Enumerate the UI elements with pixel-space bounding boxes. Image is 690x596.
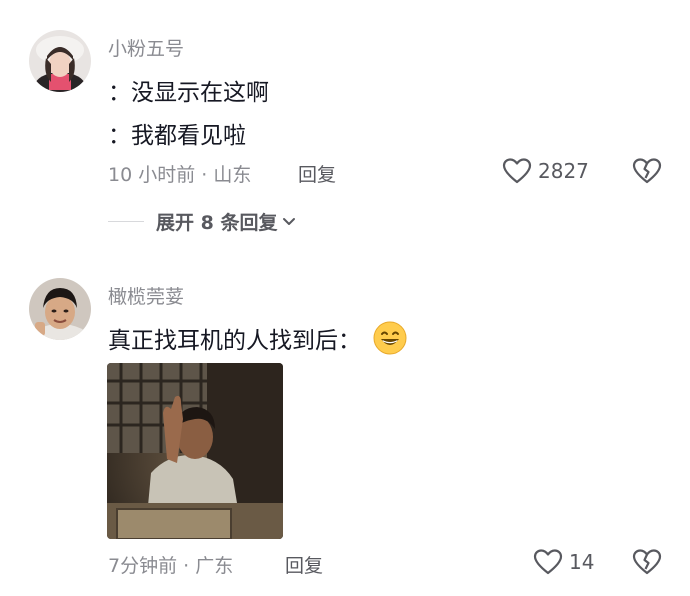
like-button[interactable]: 2827 bbox=[502, 157, 589, 185]
username[interactable]: 橄榄莞荽 bbox=[108, 282, 184, 309]
reply-button[interactable]: 回复 bbox=[285, 551, 323, 578]
dislike-button[interactable] bbox=[632, 548, 662, 580]
comment-item: 小粉五号 ：没显示在这啊 ：我都看见啦 10 小时前 · 山东 回复 2827 … bbox=[0, 0, 690, 245]
like-button[interactable]: 14 bbox=[533, 548, 594, 576]
heart-icon bbox=[502, 158, 532, 184]
comment-meta: 10 小时前 · 山东 bbox=[108, 164, 252, 186]
expand-replies-button[interactable]: 展开 8 条回复 bbox=[108, 208, 297, 235]
comment-item: 橄榄莞荽 真正找耳机的人找到后： 7分钟前 · 广东 回复 14 bbox=[0, 245, 690, 596]
dislike-button[interactable] bbox=[632, 157, 662, 189]
comment-text: 真正找耳机的人找到后： bbox=[108, 328, 361, 354]
avatar[interactable] bbox=[29, 278, 91, 340]
heart-icon bbox=[533, 549, 563, 575]
grinning-face-emoji bbox=[373, 321, 407, 354]
comment-meta: 7分钟前 · 广东 bbox=[108, 555, 234, 577]
comment-text-line: 真正找耳机的人找到后： bbox=[108, 321, 408, 356]
username[interactable]: 小粉五号 bbox=[108, 34, 184, 61]
reply-button[interactable]: 回复 bbox=[298, 160, 336, 187]
expand-divider bbox=[108, 221, 144, 222]
broken-heart-icon bbox=[632, 158, 662, 184]
like-count: 2827 bbox=[538, 159, 589, 183]
like-count: 14 bbox=[569, 550, 595, 574]
comment-text-line: ：我都看见啦 bbox=[108, 123, 246, 149]
chevron-down-icon bbox=[283, 217, 296, 225]
comment-image[interactable] bbox=[107, 363, 283, 539]
expand-replies-label: 展开 8 条回复 bbox=[156, 212, 278, 234]
comment-text-line: ：没显示在这啊 bbox=[108, 80, 269, 106]
avatar[interactable] bbox=[29, 30, 91, 92]
broken-heart-icon bbox=[632, 549, 662, 575]
